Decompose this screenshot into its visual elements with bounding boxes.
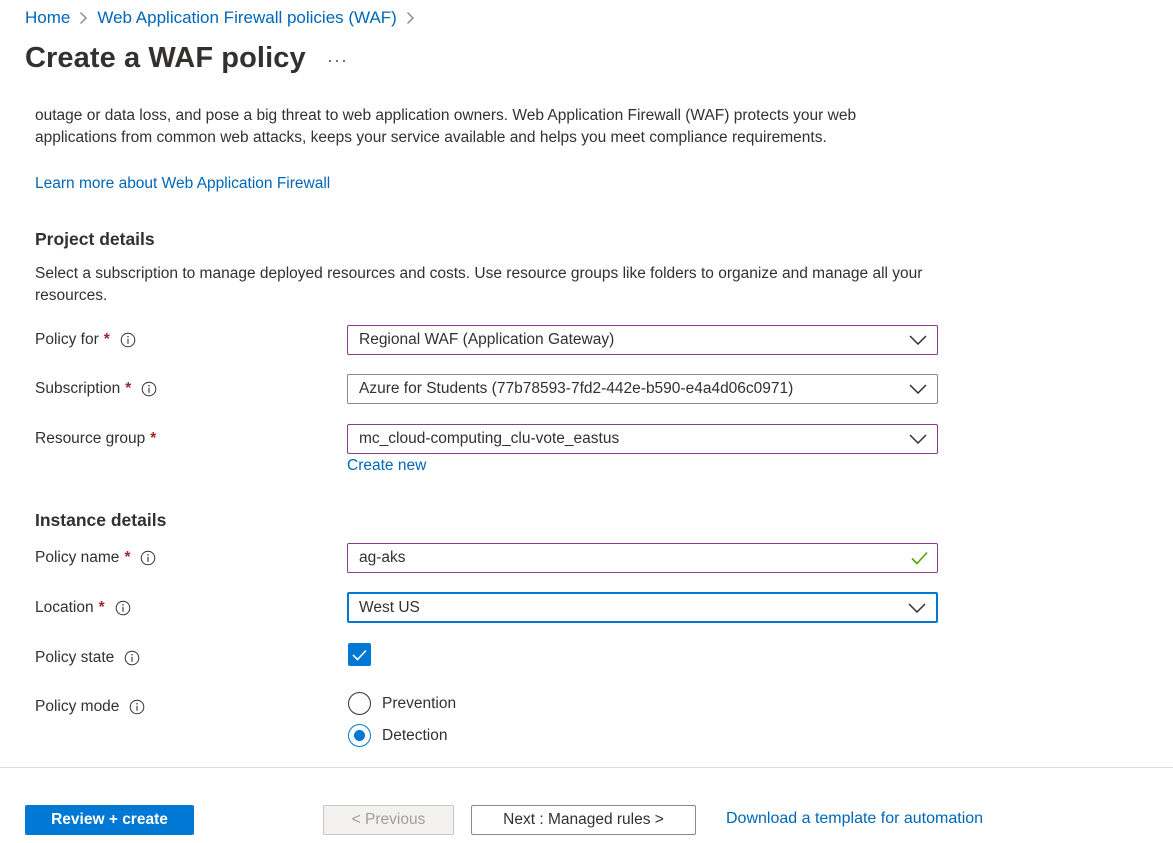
policy-mode-prevention-radio[interactable]: Prevention (348, 692, 456, 715)
policy-state-checkbox[interactable] (348, 643, 371, 666)
chevron-down-icon (909, 335, 927, 345)
radio-circle-selected (348, 724, 371, 747)
breadcrumb-waf-policies-link[interactable]: Web Application Firewall policies (WAF) (97, 8, 396, 28)
info-icon[interactable] (124, 650, 140, 666)
learn-more-link[interactable]: Learn more about Web Application Firewal… (35, 175, 330, 193)
policy-name-input[interactable]: ag-aks (347, 543, 938, 573)
policy-state-label: Policy state (35, 649, 140, 667)
resource-group-label: Resource group * (35, 430, 156, 448)
location-dropdown[interactable]: West US (347, 592, 938, 623)
next-managed-rules-button[interactable]: Next : Managed rules > (471, 805, 696, 835)
download-template-link[interactable]: Download a template for automation (726, 810, 983, 828)
resource-group-label-text: Resource group (35, 430, 146, 447)
policy-for-label: Policy for * (35, 331, 136, 349)
subscription-value: Azure for Students (77b78593-7fd2-442e-b… (359, 380, 794, 397)
required-marker: * (124, 549, 131, 566)
required-marker: * (103, 331, 110, 348)
chevron-down-icon (908, 602, 926, 613)
checkmark-icon (352, 649, 367, 661)
info-icon[interactable] (140, 550, 156, 566)
project-details-heading: Project details (35, 229, 155, 249)
policy-name-label-text: Policy name (35, 549, 120, 566)
location-label-text: Location (35, 599, 94, 616)
subscription-dropdown[interactable]: Azure for Students (77b78593-7fd2-442e-b… (347, 374, 938, 404)
subscription-label: Subscription * (35, 380, 157, 398)
resource-group-value: mc_cloud-computing_clu-vote_eastus (359, 430, 620, 447)
policy-for-value: Regional WAF (Application Gateway) (359, 331, 615, 348)
chevron-right-icon (406, 11, 415, 25)
instance-details-heading: Instance details (35, 510, 167, 530)
policy-for-dropdown[interactable]: Regional WAF (Application Gateway) (347, 325, 938, 355)
chevron-down-icon (909, 384, 927, 394)
policy-for-label-text: Policy for (35, 331, 99, 348)
subscription-label-text: Subscription (35, 380, 121, 397)
policy-mode-label: Policy mode (35, 698, 145, 716)
breadcrumb: Home Web Application Firewall policies (… (25, 8, 424, 28)
chevron-down-icon (909, 434, 927, 444)
location-value: West US (359, 598, 420, 616)
checkmark-icon (911, 551, 928, 565)
detection-label: Detection (382, 726, 448, 744)
required-marker: * (150, 430, 157, 447)
location-label: Location * (35, 599, 131, 617)
policy-name-label: Policy name * (35, 549, 156, 567)
page-title: Create a WAF policy (25, 42, 306, 74)
intro-text: outage or data loss, and pose a big thre… (35, 107, 857, 146)
prevention-label: Prevention (382, 694, 457, 712)
previous-button[interactable]: < Previous (323, 805, 454, 835)
create-new-resource-group-link[interactable]: Create new (347, 457, 426, 475)
required-marker: * (125, 380, 132, 397)
info-icon[interactable] (115, 600, 131, 616)
footer-divider (0, 767, 1173, 768)
info-icon[interactable] (129, 699, 145, 715)
radio-circle (348, 692, 371, 715)
review-create-button[interactable]: Review + create (25, 805, 194, 835)
resource-group-dropdown[interactable]: mc_cloud-computing_clu-vote_eastus (347, 424, 938, 454)
policy-mode-label-text: Policy mode (35, 698, 120, 715)
policy-mode-detection-radio[interactable]: Detection (348, 724, 447, 747)
policy-name-value: ag-aks (359, 549, 406, 566)
info-icon[interactable] (141, 381, 157, 397)
info-icon[interactable] (120, 332, 136, 348)
more-options-button[interactable]: ··· (327, 50, 348, 71)
required-marker: * (98, 599, 105, 616)
project-details-description: Select a subscription to manage deployed… (35, 265, 923, 304)
policy-state-label-text: Policy state (35, 649, 115, 666)
breadcrumb-home-link[interactable]: Home (25, 8, 70, 28)
chevron-right-icon (79, 11, 88, 25)
